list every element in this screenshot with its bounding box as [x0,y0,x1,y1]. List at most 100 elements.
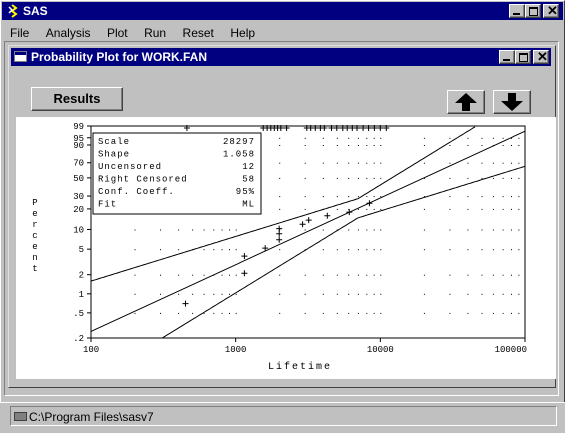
info-box-value: ML [242,200,255,210]
menu-bar: File Analysis Plot Run Reset Help [10,24,267,40]
grid-dot [492,229,494,231]
status-path-field: C:\Program Files\sasv7 [10,406,557,426]
info-box-value: 28297 [223,137,255,147]
maximize-button[interactable] [525,4,541,18]
folder-icon [14,412,27,421]
grid-dot [322,196,324,198]
grid-dot [380,274,382,276]
page-down-button[interactable] [493,90,531,114]
menu-run[interactable]: Run [144,26,166,40]
y-tick-label: .5 [73,309,84,319]
y-axis-label-char: P [32,198,37,208]
grid-dot [511,177,512,179]
grid-dot [373,229,375,231]
grid-dot [322,293,324,295]
grid-dot [467,249,469,251]
grid-dot [279,293,281,295]
grid-dot [380,196,382,198]
grid-dot [357,196,359,198]
grid-dot [511,293,512,295]
grid-dot [366,208,368,210]
grid-dot [160,229,161,231]
grid-dot [322,229,324,231]
menu-help[interactable]: Help [230,26,255,40]
grid-dot [502,196,504,198]
grid-dot [336,177,338,179]
menu-file[interactable]: File [10,26,29,40]
grid-dot [492,162,494,164]
grid-dot [366,137,368,139]
grid-dot [178,229,180,231]
minimize-icon [503,59,510,61]
grid-dot [322,274,324,276]
page-up-button[interactable] [447,90,485,114]
grid-dot [213,312,215,314]
grid-dot [373,249,375,251]
inner-window-title: Probability Plot for WORK.FAN [31,50,207,64]
grid-dot [304,196,306,198]
info-box-label: Conf. Coeff. [98,187,175,197]
grid-dot [380,177,382,179]
grid-dot [304,208,306,210]
grid-dot [492,274,494,276]
grid-dot [348,249,350,251]
grid-dot [492,177,494,179]
inner-close-button[interactable]: ✕ [533,49,549,64]
grid-dot [229,249,230,251]
inner-maximize-button[interactable] [515,50,531,64]
grid-dot [492,293,494,295]
y-axis-label-char: t [32,264,37,274]
menu-analysis[interactable]: Analysis [46,26,91,40]
inner-minimize-button[interactable] [499,50,515,64]
grid-dot [336,274,338,276]
grid-dot [502,274,504,276]
grid-dot [380,208,382,210]
y-tick-label: 10 [73,226,84,236]
grid-dot [423,249,425,251]
grid-dot [213,229,215,231]
grid-dot [366,293,368,295]
y-tick-label: 5 [79,245,84,255]
grid-dot [221,274,223,276]
grid-dot [467,293,469,295]
y-tick-label: 99 [73,122,84,132]
grid-dot [229,274,230,276]
results-button[interactable]: Results [31,87,123,111]
grid-dot [203,293,205,295]
grid-dot [357,208,359,210]
grid-dot [423,312,425,314]
grid-dot [304,145,306,146]
app-title-bar[interactable]: SAS ✕ [2,2,563,20]
grid-dot [336,249,338,251]
grid-dot [502,145,504,146]
grid-dot [481,312,483,314]
grid-dot [380,229,382,231]
grid-dot [366,196,368,198]
grid-dot [423,145,425,146]
grid-dot [178,274,180,276]
grid-dot [481,196,483,198]
grid-dot [373,145,375,146]
grid-dot [235,312,237,314]
grid-dot [518,137,520,139]
grid-dot [322,137,324,139]
grid-dot [348,229,350,231]
grid-dot [357,293,359,295]
grid-dot [449,137,451,139]
menu-reset[interactable]: Reset [183,26,214,40]
grid-dot [221,293,223,295]
grid-dot [357,162,359,164]
inner-title-bar[interactable]: Probability Plot for WORK.FAN ✕ [11,48,551,66]
grid-dot [502,162,504,164]
minimize-button[interactable] [509,4,525,18]
grid-dot [518,249,520,251]
menu-plot[interactable]: Plot [107,26,128,40]
grid-dot [336,312,338,314]
grid-dot [373,162,375,164]
grid-dot [511,274,512,276]
x-tick-label: 100 [83,345,99,355]
grid-dot [423,137,425,139]
grid-dot [366,162,368,164]
info-box-value: 58 [242,175,255,185]
close-button[interactable]: ✕ [543,3,559,18]
